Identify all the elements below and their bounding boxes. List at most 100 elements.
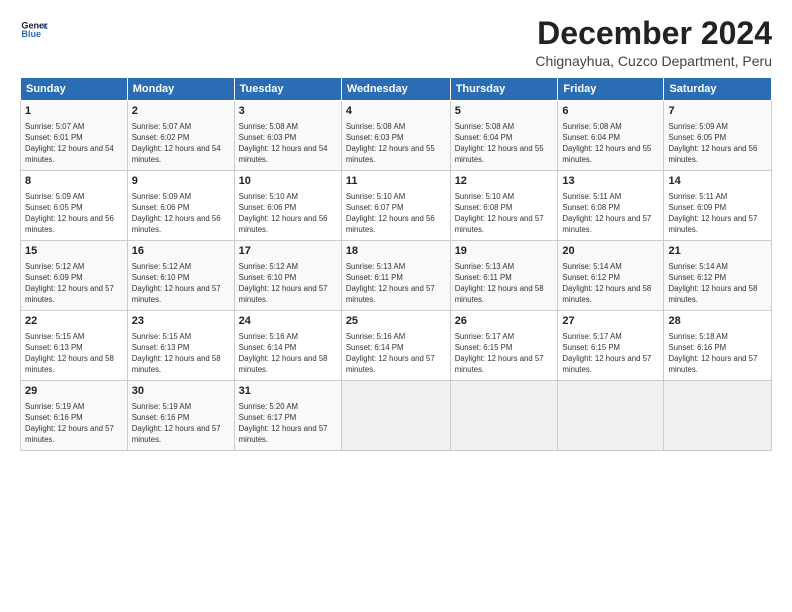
table-row: 30Sunrise: 5:19 AMSunset: 6:16 PMDayligh… xyxy=(127,381,234,451)
table-row: 14 Sunrise: 5:11 AMSunset: 6:09 PMDayligh… xyxy=(664,171,772,241)
table-row xyxy=(341,381,450,451)
day-info: Sunrise: 5:15 AMSunset: 6:13 PMDaylight:… xyxy=(132,332,221,375)
day-number: 27 xyxy=(562,314,659,329)
day-number: 21 xyxy=(668,244,767,259)
day-number: 15 xyxy=(25,244,123,259)
day-info: Sunrise: 5:08 AMSunset: 6:03 PMDaylight:… xyxy=(346,122,435,165)
day-info: Sunrise: 5:12 AMSunset: 6:09 PMDaylight:… xyxy=(25,262,114,305)
table-row xyxy=(664,381,772,451)
day-number: 16 xyxy=(132,244,230,259)
table-row: 12Sunrise: 5:10 AMSunset: 6:08 PMDayligh… xyxy=(450,171,558,241)
table-row: 13 Sunrise: 5:11 AMSunset: 6:08 PMDayligh… xyxy=(558,171,664,241)
day-info: Sunrise: 5:08 AMSunset: 6:03 PMDaylight:… xyxy=(239,122,328,165)
day-number: 3 xyxy=(239,104,337,119)
day-number: 28 xyxy=(668,314,767,329)
day-info: Sunrise: 5:11 AMSunset: 6:09 PMDaylight:… xyxy=(668,192,757,235)
day-number: 22 xyxy=(25,314,123,329)
day-info: Sunrise: 5:09 AMSunset: 6:06 PMDaylight:… xyxy=(132,192,221,235)
col-saturday: Saturday xyxy=(664,78,772,101)
day-number: 6 xyxy=(562,104,659,119)
day-number: 23 xyxy=(132,314,230,329)
calendar-week-row: 29 Sunrise: 5:19 AMSunset: 6:16 PMDayligh… xyxy=(21,381,772,451)
day-number: 29 xyxy=(25,384,123,399)
table-row: 19 Sunrise: 5:13 AMSunset: 6:11 PMDayligh… xyxy=(450,241,558,311)
day-info: Sunrise: 5:18 AMSunset: 6:16 PMDaylight:… xyxy=(668,332,757,375)
table-row: 4 Sunrise: 5:08 AMSunset: 6:03 PMDaylight… xyxy=(341,101,450,171)
table-row: 31Sunrise: 5:20 AMSunset: 6:17 PMDayligh… xyxy=(234,381,341,451)
day-info: Sunrise: 5:09 AMSunset: 6:05 PMDaylight:… xyxy=(25,192,114,235)
calendar-table: Sunday Monday Tuesday Wednesday Thursday… xyxy=(20,77,772,451)
title-block: December 2024 Chignayhua, Cuzco Departme… xyxy=(535,16,772,69)
table-row: 2Sunrise: 5:07 AMSunset: 6:02 PMDaylight… xyxy=(127,101,234,171)
day-info: Sunrise: 5:19 AMSunset: 6:16 PMDaylight:… xyxy=(25,402,114,445)
logo-icon: General Blue xyxy=(20,16,48,44)
table-row: 18 Sunrise: 5:13 AMSunset: 6:11 PMDayligh… xyxy=(341,241,450,311)
table-row: 10Sunrise: 5:10 AMSunset: 6:06 PMDayligh… xyxy=(234,171,341,241)
table-row: 20 Sunrise: 5:14 AMSunset: 6:12 PMDayligh… xyxy=(558,241,664,311)
day-number: 20 xyxy=(562,244,659,259)
table-row: 3 Sunrise: 5:08 AMSunset: 6:03 PMDaylight… xyxy=(234,101,341,171)
table-row: 17Sunrise: 5:12 AMSunset: 6:10 PMDayligh… xyxy=(234,241,341,311)
table-row xyxy=(450,381,558,451)
table-row: 16 Sunrise: 5:12 AMSunset: 6:10 PMDayligh… xyxy=(127,241,234,311)
table-row: 22 Sunrise: 5:15 AMSunset: 6:13 PMDayligh… xyxy=(21,311,128,381)
day-info: Sunrise: 5:15 AMSunset: 6:13 PMDaylight:… xyxy=(25,332,114,375)
day-number: 9 xyxy=(132,174,230,189)
logo: General Blue xyxy=(20,16,48,44)
day-info: Sunrise: 5:11 AMSunset: 6:08 PMDaylight:… xyxy=(562,192,651,235)
table-row: 1Sunrise: 5:07 AMSunset: 6:01 PMDaylight… xyxy=(21,101,128,171)
table-row: 26 Sunrise: 5:17 AMSunset: 6:15 PMDayligh… xyxy=(450,311,558,381)
day-info: Sunrise: 5:08 AMSunset: 6:04 PMDaylight:… xyxy=(455,122,544,165)
day-info: Sunrise: 5:19 AMSunset: 6:16 PMDaylight:… xyxy=(132,402,221,445)
calendar-week-row: 15 Sunrise: 5:12 AMSunset: 6:09 PMDayligh… xyxy=(21,241,772,311)
table-row: 21 Sunrise: 5:14 AMSunset: 6:12 PMDayligh… xyxy=(664,241,772,311)
col-tuesday: Tuesday xyxy=(234,78,341,101)
table-row: 9 Sunrise: 5:09 AMSunset: 6:06 PMDaylight… xyxy=(127,171,234,241)
table-row: 11 Sunrise: 5:10 AMSunset: 6:07 PMDayligh… xyxy=(341,171,450,241)
calendar-header-row: Sunday Monday Tuesday Wednesday Thursday… xyxy=(21,78,772,101)
day-info: Sunrise: 5:12 AMSunset: 6:10 PMDaylight:… xyxy=(132,262,221,305)
day-number: 24 xyxy=(239,314,337,329)
day-info: Sunrise: 5:10 AMSunset: 6:07 PMDaylight:… xyxy=(346,192,435,235)
day-number: 4 xyxy=(346,104,446,119)
calendar-week-row: 8 Sunrise: 5:09 AMSunset: 6:05 PMDaylight… xyxy=(21,171,772,241)
col-monday: Monday xyxy=(127,78,234,101)
main-title: December 2024 xyxy=(535,16,772,51)
table-row: 28 Sunrise: 5:18 AMSunset: 6:16 PMDayligh… xyxy=(664,311,772,381)
calendar-week-row: 22 Sunrise: 5:15 AMSunset: 6:13 PMDayligh… xyxy=(21,311,772,381)
day-number: 1 xyxy=(25,104,123,119)
table-row: 6 Sunrise: 5:08 AMSunset: 6:04 PMDaylight… xyxy=(558,101,664,171)
day-number: 8 xyxy=(25,174,123,189)
day-info: Sunrise: 5:13 AMSunset: 6:11 PMDaylight:… xyxy=(346,262,435,305)
day-number: 11 xyxy=(346,174,446,189)
col-friday: Friday xyxy=(558,78,664,101)
day-info: Sunrise: 5:14 AMSunset: 6:12 PMDaylight:… xyxy=(562,262,651,305)
table-row: 8 Sunrise: 5:09 AMSunset: 6:05 PMDaylight… xyxy=(21,171,128,241)
col-sunday: Sunday xyxy=(21,78,128,101)
day-info: Sunrise: 5:16 AMSunset: 6:14 PMDaylight:… xyxy=(346,332,435,375)
table-row: 5Sunrise: 5:08 AMSunset: 6:04 PMDaylight… xyxy=(450,101,558,171)
day-info: Sunrise: 5:17 AMSunset: 6:15 PMDaylight:… xyxy=(562,332,651,375)
table-row: 24Sunrise: 5:16 AMSunset: 6:14 PMDayligh… xyxy=(234,311,341,381)
day-info: Sunrise: 5:08 AMSunset: 6:04 PMDaylight:… xyxy=(562,122,651,165)
day-info: Sunrise: 5:14 AMSunset: 6:12 PMDaylight:… xyxy=(668,262,757,305)
table-row: 23 Sunrise: 5:15 AMSunset: 6:13 PMDayligh… xyxy=(127,311,234,381)
table-row: 15 Sunrise: 5:12 AMSunset: 6:09 PMDayligh… xyxy=(21,241,128,311)
day-info: Sunrise: 5:13 AMSunset: 6:11 PMDaylight:… xyxy=(455,262,544,305)
day-number: 7 xyxy=(668,104,767,119)
day-number: 18 xyxy=(346,244,446,259)
page: General Blue December 2024 Chignayhua, C… xyxy=(0,0,792,612)
day-number: 13 xyxy=(562,174,659,189)
day-number: 26 xyxy=(455,314,554,329)
header: General Blue December 2024 Chignayhua, C… xyxy=(20,16,772,69)
day-number: 19 xyxy=(455,244,554,259)
table-row: 27 Sunrise: 5:17 AMSunset: 6:15 PMDayligh… xyxy=(558,311,664,381)
day-info: Sunrise: 5:17 AMSunset: 6:15 PMDaylight:… xyxy=(455,332,544,375)
day-number: 12 xyxy=(455,174,554,189)
subtitle: Chignayhua, Cuzco Department, Peru xyxy=(535,53,772,69)
col-thursday: Thursday xyxy=(450,78,558,101)
day-number: 14 xyxy=(668,174,767,189)
calendar-week-row: 1Sunrise: 5:07 AMSunset: 6:01 PMDaylight… xyxy=(21,101,772,171)
day-info: Sunrise: 5:20 AMSunset: 6:17 PMDaylight:… xyxy=(239,402,328,445)
day-number: 2 xyxy=(132,104,230,119)
